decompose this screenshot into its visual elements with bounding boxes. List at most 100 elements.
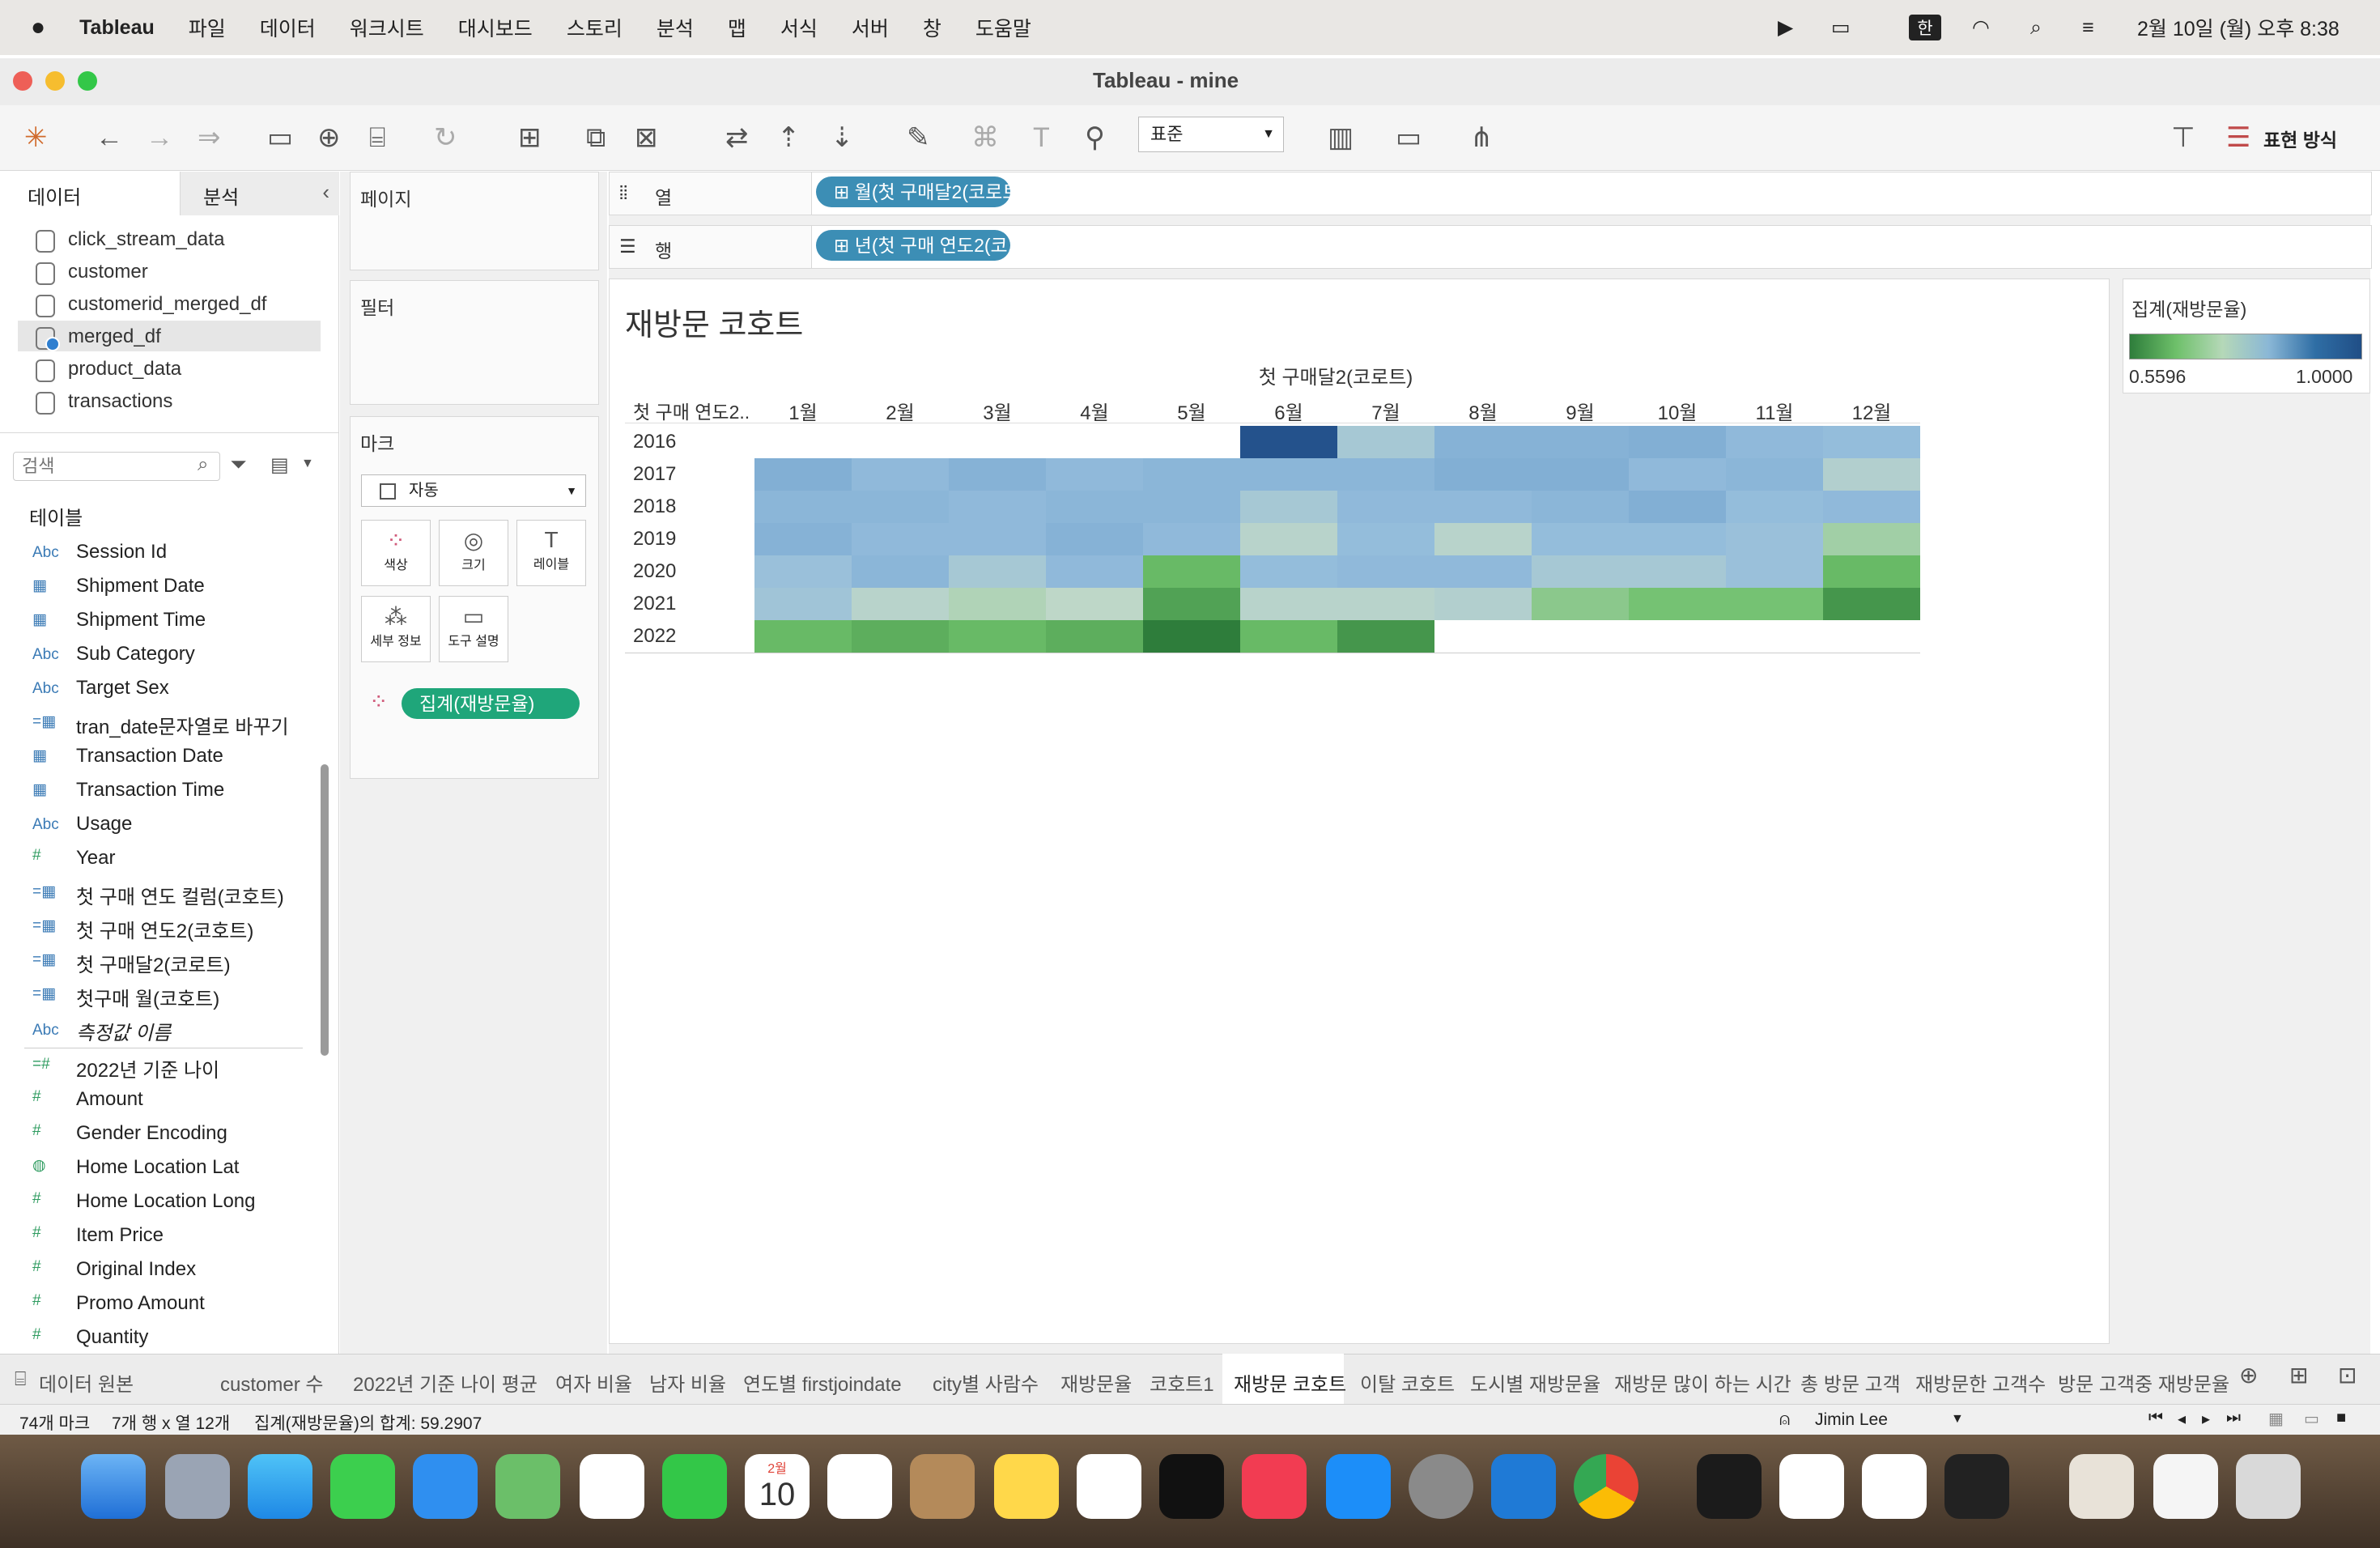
- heatmap-cell[interactable]: [949, 588, 1046, 620]
- maps-icon[interactable]: [495, 1454, 560, 1519]
- clear-sheet-icon[interactable]: ⊠: [635, 118, 658, 157]
- menu-file[interactable]: 파일: [189, 13, 226, 42]
- safari-icon[interactable]: [248, 1454, 312, 1519]
- tooltip-mark-button[interactable]: ▭ 도구 설명: [439, 596, 508, 662]
- trash-icon[interactable]: [2236, 1454, 2301, 1519]
- field-item[interactable]: Home Location Long: [76, 1190, 255, 1213]
- field-item[interactable]: Shipment Time: [76, 609, 206, 632]
- control-center-icon[interactable]: ≡: [2082, 0, 2094, 55]
- redo-arrow-icon[interactable]: ⇒: [198, 118, 221, 157]
- sheet-tab[interactable]: 재방문한 고객수: [1915, 1368, 2046, 1397]
- mail-icon[interactable]: [413, 1454, 478, 1519]
- new-worksheet-tab-icon[interactable]: ⊕: [2239, 1362, 2258, 1389]
- filmstrip-view-icon[interactable]: ▭: [2304, 1409, 2319, 1429]
- heatmap-cell[interactable]: [1046, 523, 1143, 555]
- refresh-icon[interactable]: ↻: [434, 118, 457, 157]
- share-icon[interactable]: ⋔: [1470, 118, 1494, 157]
- menu-dashboard[interactable]: 대시보드: [458, 13, 533, 42]
- notes-icon[interactable]: [994, 1454, 1059, 1519]
- heatmap-cell[interactable]: [1240, 620, 1337, 653]
- slack-icon[interactable]: [1779, 1454, 1844, 1519]
- heatmap-cell[interactable]: [1823, 555, 1920, 588]
- sort-descending-icon[interactable]: ⇣: [831, 118, 854, 157]
- heatmap-cell[interactable]: [1143, 555, 1240, 588]
- column-header[interactable]: 8월: [1434, 397, 1532, 425]
- heatmap-cell[interactable]: [754, 523, 852, 555]
- row-field-header[interactable]: 첫 구매 연도2..: [633, 397, 750, 424]
- forward-icon[interactable]: →: [146, 118, 173, 157]
- heatmap-cell[interactable]: [1046, 458, 1143, 491]
- field-item[interactable]: Session Id: [76, 541, 167, 563]
- sheet-tab[interactable]: 이탈 코호트: [1360, 1368, 1455, 1397]
- presentation-icon[interactable]: ▭: [1396, 118, 1422, 157]
- chevron-down-icon[interactable]: ▼: [1951, 1412, 1964, 1427]
- columns-shelf[interactable]: [811, 172, 2372, 215]
- heatmap-cell[interactable]: [1046, 620, 1143, 653]
- heatmap-cell[interactable]: [1143, 620, 1240, 653]
- heatmap-cell[interactable]: [1532, 588, 1629, 620]
- field-item[interactable]: 첫 구매 연도 컬럼(코호트): [76, 881, 284, 909]
- field-item[interactable]: 첫 구매달2(코로트): [76, 949, 231, 977]
- minimize-window-button[interactable]: [45, 71, 65, 91]
- new-dashboard-tab-icon[interactable]: ⊞: [2289, 1362, 2308, 1389]
- menu-map[interactable]: 맵: [728, 13, 746, 42]
- heatmap-cell[interactable]: [1532, 555, 1629, 588]
- heatmap-cell[interactable]: [852, 620, 949, 653]
- color-mark-button[interactable]: ⁘ 색상: [361, 520, 431, 586]
- heatmap-cell[interactable]: [1726, 588, 1823, 620]
- mark-type-dropdown[interactable]: 자동 ▼: [361, 474, 586, 507]
- heatmap-cell[interactable]: [852, 555, 949, 588]
- sheet-tab[interactable]: 연도별 firstjoindate: [743, 1368, 902, 1397]
- pages-card[interactable]: 페이지: [350, 172, 599, 270]
- system-settings-icon[interactable]: [1409, 1454, 1473, 1519]
- datasource-item[interactable]: product_data: [68, 358, 181, 381]
- heatmap-cell[interactable]: [1240, 491, 1337, 523]
- column-header[interactable]: 12월: [1823, 397, 1920, 425]
- heatmap-cell[interactable]: [1337, 620, 1434, 653]
- column-header[interactable]: 11월: [1726, 397, 1823, 425]
- row-header[interactable]: 2016: [633, 431, 676, 453]
- field-item[interactable]: Usage: [76, 813, 132, 836]
- close-window-button[interactable]: [13, 71, 32, 91]
- recent-document-icon[interactable]: [2153, 1454, 2218, 1519]
- heatmap-cell[interactable]: [1532, 458, 1629, 491]
- heatmap-cell[interactable]: [1046, 588, 1143, 620]
- heatmap-cell[interactable]: [1629, 491, 1726, 523]
- field-item[interactable]: Original Index: [76, 1258, 196, 1281]
- row-header[interactable]: 2020: [633, 560, 676, 583]
- heatmap-cell[interactable]: [1337, 588, 1434, 620]
- tab-view-icon[interactable]: ■: [2336, 1409, 2346, 1427]
- field-item[interactable]: Home Location Lat: [76, 1156, 239, 1179]
- heatmap-cell[interactable]: [754, 620, 852, 653]
- rows-shelf[interactable]: [811, 225, 2372, 269]
- menu-worksheet[interactable]: 워크시트: [350, 13, 424, 42]
- tableau-logo-icon[interactable]: ✳: [24, 118, 48, 157]
- heatmap-cell[interactable]: [949, 620, 1046, 653]
- menu-help[interactable]: 도움말: [975, 13, 1031, 42]
- heatmap-cell[interactable]: [1434, 426, 1532, 458]
- status-user[interactable]: Jimin Lee: [1815, 1410, 1888, 1430]
- heatmap-cell[interactable]: [1629, 426, 1726, 458]
- heatmap-cell[interactable]: [1434, 523, 1532, 555]
- field-item[interactable]: 측정값 이름: [76, 1017, 171, 1045]
- field-item[interactable]: Shipment Date: [76, 575, 205, 598]
- field-item[interactable]: Transaction Date: [76, 745, 223, 768]
- heatmap-cell[interactable]: [1823, 588, 1920, 620]
- column-header[interactable]: 10월: [1629, 397, 1726, 425]
- swap-icon[interactable]: ⇄: [725, 118, 749, 157]
- play-icon[interactable]: ▶: [1778, 0, 1793, 55]
- filter-icon[interactable]: ⏷: [230, 452, 247, 478]
- field-item[interactable]: 첫구매 월(코호트): [76, 983, 219, 1011]
- zoom-window-button[interactable]: [78, 71, 97, 91]
- sheet-tab[interactable]: city별 사람수: [933, 1368, 1039, 1397]
- menu-app-name[interactable]: Tableau: [79, 16, 155, 40]
- group-icon[interactable]: ⌘: [971, 118, 999, 157]
- heatmap-cell[interactable]: [1337, 458, 1434, 491]
- heatmap-cell[interactable]: [754, 555, 852, 588]
- tab-analysis[interactable]: 분석 ‹: [180, 172, 339, 215]
- sheet-tab[interactable]: 남자 비율: [649, 1368, 726, 1397]
- sheet-tab[interactable]: 코호트1: [1150, 1368, 1214, 1397]
- column-header[interactable]: 3월: [949, 397, 1046, 425]
- heatmap-cell[interactable]: [1046, 555, 1143, 588]
- columns-pill[interactable]: ⊞ 월(첫 구매달2(코로트..: [816, 176, 1030, 207]
